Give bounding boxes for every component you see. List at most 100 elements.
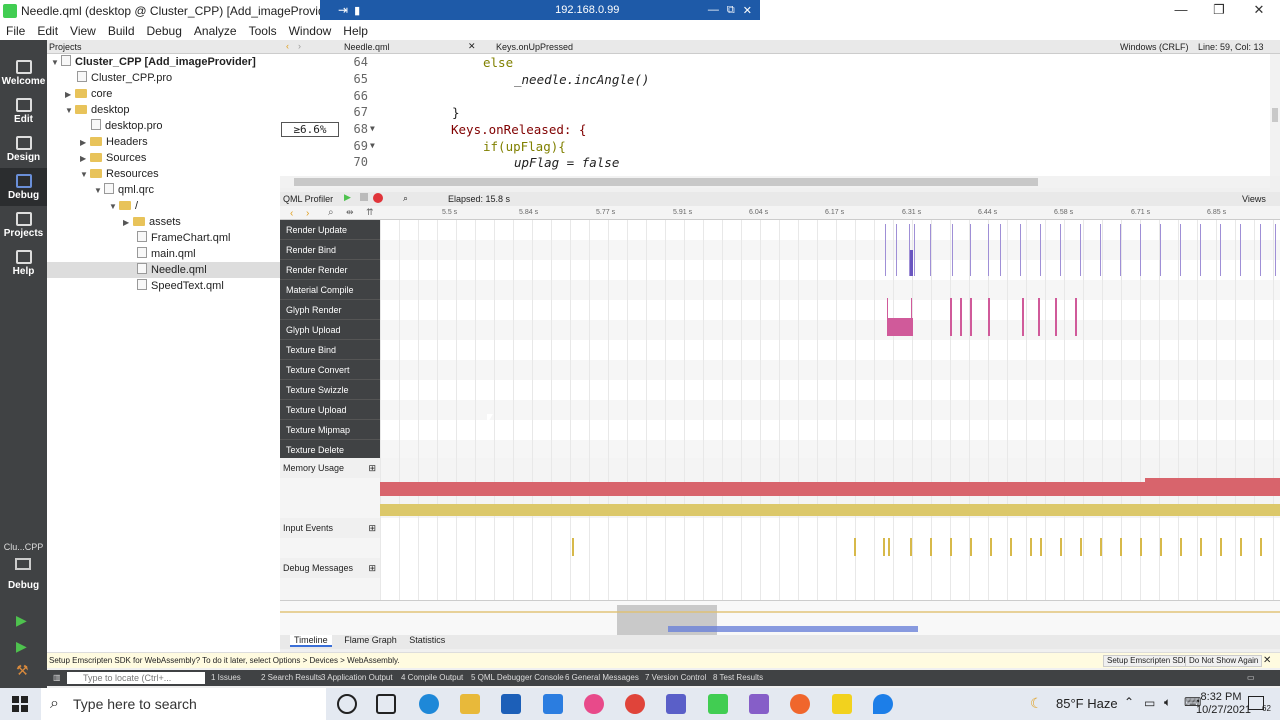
menu-analyze[interactable]: Analyze [194,24,237,38]
tab-timeline[interactable]: Timeline [290,635,332,647]
tree-node-sources[interactable]: ▶ Sources [80,150,146,166]
mode-projects[interactable]: Projects [0,206,47,244]
symbol-selector[interactable]: Keys.onUpPressed [496,42,573,52]
lock-icon[interactable]: ⇈ [366,207,374,218]
mode-edit[interactable]: Edit [0,92,47,130]
visual-studio-icon[interactable] [749,694,769,714]
line-ending-selector[interactable]: Windows (CRLF) [1120,42,1189,52]
row-glyph-render[interactable]: Glyph Render [280,300,380,320]
row-texture-bind[interactable]: Texture Bind [280,340,380,360]
pane-issues[interactable]: 1 Issues [211,670,241,686]
pane-search-results[interactable]: 2 Search Results [261,670,322,686]
row-material-compile[interactable]: Material Compile [280,280,380,300]
chrome-icon[interactable] [625,694,645,714]
slack-icon[interactable] [584,694,604,714]
row-glyph-upload[interactable]: Glyph Upload [280,320,380,340]
tree-node-cluster-pro[interactable]: Cluster_CPP.pro [77,70,172,86]
do-not-show-button[interactable]: Do Not Show Again [1185,655,1263,667]
views-menu[interactable]: Views [1242,194,1266,204]
setup-emscripten-button[interactable]: Setup Emscripten SDK [1103,655,1193,667]
tree-node-headers[interactable]: ▶ Headers [80,134,148,150]
remote-session-bar[interactable]: ⇥ ▮ 192.168.0.99 — ⧉ ✕ [320,0,760,20]
file-explorer-icon[interactable] [460,694,480,714]
volume-icon[interactable]: 🔈︎ [1164,695,1171,710]
weather-text[interactable]: 85°F Haze [1056,696,1118,711]
mail-icon[interactable] [543,694,563,714]
cortana-icon[interactable] [337,694,357,714]
windows-start-icon[interactable] [12,696,28,712]
tree-node-resources[interactable]: ▼ Resources [80,166,159,182]
pane-version-control[interactable]: 7 Version Control [645,670,706,686]
edge-icon[interactable] [419,694,439,714]
tab-statistics[interactable]: Statistics [409,635,445,645]
tree-node-desktop-pro[interactable]: desktop.pro [91,118,162,134]
mode-welcome[interactable]: Welcome [0,54,47,92]
code-editor[interactable]: ≥6.6% ▼ ▼ 64 65 66 67 68 69 70 else _nee… [280,54,1270,176]
postman-icon[interactable] [790,694,810,714]
expand-icon[interactable]: ⊞ [368,518,376,538]
menu-file[interactable]: File [6,24,25,38]
tree-node-desktop[interactable]: ▼ desktop [65,102,130,118]
pane-test-results[interactable]: 8 Test Results [713,670,763,686]
taskbar-search[interactable]: ⌕ Type here to search [41,688,326,720]
row-render-update[interactable]: Render Update [280,220,380,240]
build-icon[interactable]: ⚒ [16,662,29,679]
maximize-button[interactable]: ❐ [1210,2,1228,18]
kit-name[interactable]: Clu...CPP [0,542,47,552]
editor-vscrollbar[interactable] [1270,54,1280,176]
mode-help[interactable]: Help [0,244,47,282]
timeline-view[interactable] [380,220,1280,600]
pane-qml-debugger[interactable]: 5 QML Debugger Console [471,670,564,686]
teams-icon[interactable] [666,694,686,714]
forward-icon[interactable]: › [306,208,309,219]
back-icon[interactable]: ‹ [286,41,289,51]
fold-icon[interactable]: ▼ [370,141,375,150]
pane-compile-output[interactable]: 4 Compile Output [401,670,463,686]
row-render-bind[interactable]: Render Bind [280,240,380,260]
row-texture-delete[interactable]: Texture Delete [280,440,380,460]
locator-input[interactable]: Type to locate (Ctrl+... [67,672,205,684]
menu-view[interactable]: View [70,24,96,38]
restore-icon[interactable]: ⧉ [727,4,735,17]
tree-node-main[interactable]: main.qml [137,246,196,262]
expand-icon[interactable]: ⊞ [368,458,376,478]
row-texture-swizzle[interactable]: Texture Swizzle [280,380,380,400]
profiler-title[interactable]: QML Profiler [283,194,333,204]
mode-design[interactable]: Design [0,130,47,168]
row-render-render[interactable]: Render Render [280,260,380,280]
run-icon[interactable]: ▶ [16,612,27,629]
expand-icon[interactable]: ⊞ [368,558,376,578]
editor-file-tab[interactable]: Needle.qml [344,42,390,52]
menu-window[interactable]: Window [289,24,332,38]
range-icon[interactable]: ⇹ [346,207,354,218]
tree-node-root[interactable]: ▼ / [109,198,138,214]
category-input-events[interactable]: Input Events ⊞ [280,518,380,538]
menu-debug[interactable]: Debug [147,24,182,38]
tab-flame-graph[interactable]: Flame Graph [344,635,397,645]
category-memory-usage[interactable]: Memory Usage ⊞ [280,458,380,478]
row-texture-convert[interactable]: Texture Convert [280,360,380,380]
task-view-icon[interactable] [376,694,396,714]
clock[interactable]: 8:32 PM 10/27/2021 [1196,691,1251,717]
forward-icon[interactable]: › [298,41,301,51]
output-menu-icon[interactable]: ▭ [1247,670,1255,686]
scroll-thumb[interactable] [1272,108,1278,122]
maps-icon[interactable] [873,694,893,714]
sidebar-toggle-icon[interactable]: ▥ [53,670,61,686]
network-icon[interactable]: ▭ [1144,696,1155,710]
minimize-icon[interactable]: — [708,4,719,16]
close-icon[interactable]: ✕ [743,4,752,17]
row-texture-mipmap[interactable]: Texture Mipmap [280,420,380,440]
scroll-thumb[interactable] [294,178,1038,186]
close-document-icon[interactable]: ✕ [468,41,476,52]
menu-tools[interactable]: Tools [249,24,277,38]
search-icon[interactable]: ⌕ [328,207,334,218]
menu-help[interactable]: Help [343,24,368,38]
back-icon[interactable]: ‹ [290,208,293,219]
tree-node-speedtext[interactable]: SpeedText.qml [137,278,224,294]
pin-icon[interactable]: ⇥ [338,3,348,17]
close-button[interactable]: ✕ [1250,2,1268,18]
tree-node-qml-qrc[interactable]: ▼ qml.qrc [94,182,154,198]
category-debug-messages[interactable]: Debug Messages ⊞ [280,558,380,578]
tree-node-cluster[interactable]: ▼ Cluster_CPP [Add_imageProvider] [51,54,256,70]
